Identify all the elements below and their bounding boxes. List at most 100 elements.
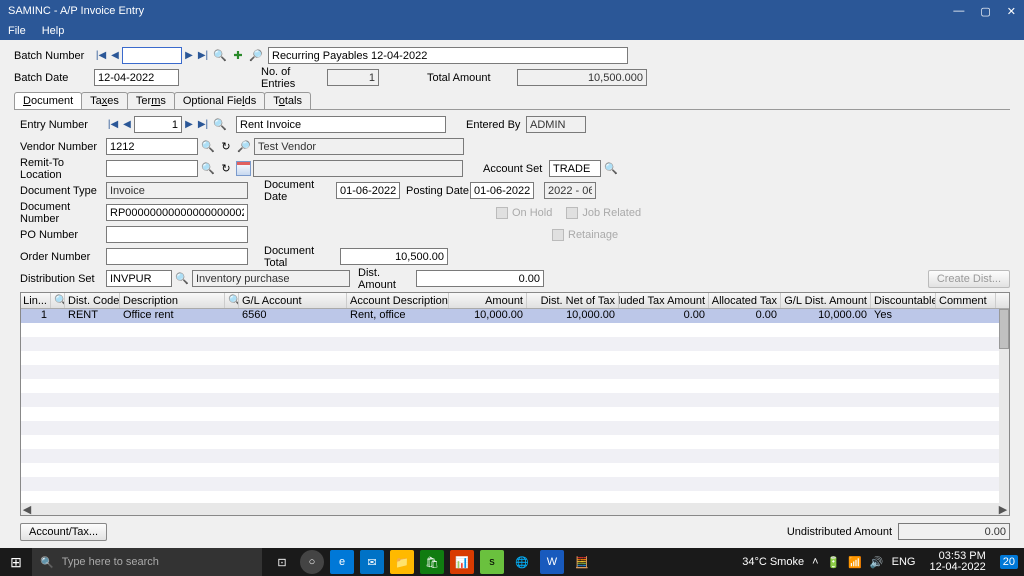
edge-icon[interactable]: e (330, 550, 354, 574)
word-icon[interactable]: W (540, 550, 564, 574)
calculator-icon[interactable]: 🧮 (570, 550, 594, 574)
batch-date-input[interactable] (94, 69, 179, 86)
account-set-finder-icon[interactable]: 🔍 (603, 161, 619, 177)
taskbar-clock[interactable]: 03:53 PM 12-04-2022 (923, 551, 991, 573)
on-hold-label: On Hold (512, 207, 552, 219)
sage-icon[interactable]: s (480, 550, 504, 574)
col-gl-account[interactable]: G/L Account (239, 293, 347, 308)
volume-icon[interactable]: 🔊 (870, 556, 884, 569)
retainage-checkbox (552, 229, 564, 241)
entry-finder-icon[interactable]: 🔍 (212, 117, 228, 133)
remit-name-field (253, 160, 463, 177)
tab-terms[interactable]: Terms (127, 92, 175, 109)
batch-new-icon[interactable]: ✚ (230, 48, 246, 64)
next-entry-icon[interactable]: ▶ (182, 117, 196, 132)
batch-finder-icon[interactable]: 🔍 (212, 48, 228, 64)
tab-optional-fields[interactable]: Optional Fields (174, 92, 265, 109)
last-batch-icon[interactable]: ▶| (196, 48, 210, 63)
col-comment[interactable]: Comment (936, 293, 996, 308)
doc-total-input[interactable] (340, 248, 448, 265)
col-line[interactable]: Lin... (21, 293, 51, 308)
search-icon: 🔍 (40, 556, 54, 569)
tab-document[interactable]: Document (14, 92, 82, 109)
col-account-desc[interactable]: Account Description (347, 293, 449, 308)
notification-badge[interactable]: 20 (1000, 555, 1018, 569)
remit-refresh-icon[interactable]: ↻ (218, 161, 234, 177)
vendor-zoom-icon[interactable]: 🔎 (236, 139, 252, 155)
remit-finder-icon[interactable]: 🔍 (200, 161, 216, 177)
doc-date-input[interactable] (336, 182, 400, 199)
col-finder1[interactable]: 🔍 (51, 293, 65, 308)
job-related-checkbox (566, 207, 578, 219)
remit-to-label: Remit-To Location (20, 157, 106, 181)
col-gl-dist[interactable]: G/L Dist. Amount (781, 293, 871, 308)
explorer-icon[interactable]: 📁 (390, 550, 414, 574)
entries-field (327, 69, 379, 86)
dist-amount-input[interactable] (416, 270, 544, 287)
close-window-button[interactable]: ✕ (1007, 5, 1016, 18)
grid-vscroll[interactable] (999, 309, 1009, 503)
vendor-finder-icon[interactable]: 🔍 (200, 139, 216, 155)
prev-entry-icon[interactable]: ◀ (120, 117, 134, 132)
dist-set-input[interactable] (106, 270, 172, 287)
next-batch-icon[interactable]: ▶ (182, 48, 196, 63)
col-finder2[interactable]: 🔍 (225, 293, 239, 308)
doc-date-label: Document Date (264, 179, 336, 203)
taskbar-search[interactable]: 🔍 Type here to search (32, 548, 262, 576)
batch-desc-input[interactable] (268, 47, 628, 64)
task-view-icon[interactable]: ⊡ (270, 550, 294, 574)
col-discountable[interactable]: Discountable (871, 293, 936, 308)
order-number-input[interactable] (106, 248, 248, 265)
remit-cal-icon[interactable] (236, 161, 251, 176)
grid-hscroll[interactable]: ◀▶ (21, 503, 1009, 515)
outlook-icon[interactable]: ✉ (360, 550, 384, 574)
wifi-icon[interactable]: 📶 (848, 556, 862, 569)
office-icon[interactable]: 📊 (450, 550, 474, 574)
col-net[interactable]: Dist. Net of Tax (527, 293, 619, 308)
start-button[interactable]: ⊞ (0, 554, 32, 571)
lang-indicator[interactable]: ENG (892, 556, 916, 568)
col-amount[interactable]: Amount (449, 293, 527, 308)
batch-zoom-icon[interactable]: 🔎 (248, 48, 264, 64)
total-amount-label: Total Amount (427, 72, 497, 84)
col-allocated-tax[interactable]: Allocated Tax (709, 293, 781, 308)
first-entry-icon[interactable]: |◀ (106, 117, 120, 132)
batch-number-input[interactable] (122, 47, 182, 64)
last-entry-icon[interactable]: ▶| (196, 117, 210, 132)
maximize-button[interactable]: ▢ (980, 5, 990, 18)
remit-to-input[interactable] (106, 160, 198, 177)
account-tax-button[interactable]: Account/Tax... (20, 523, 107, 541)
doc-number-input[interactable] (106, 204, 248, 221)
battery-icon[interactable]: 🔋 (827, 556, 841, 569)
col-included-tax[interactable]: Included Tax Amount (619, 293, 709, 308)
tray-chevron-icon[interactable]: ˄ (812, 556, 818, 568)
distribution-grid[interactable]: Lin... 🔍 Dist. Code Description 🔍 G/L Ac… (20, 292, 1010, 516)
first-batch-icon[interactable]: |◀ (94, 48, 108, 63)
account-set-input[interactable] (549, 160, 601, 177)
table-row[interactable]: 1 RENT Office rent 6560 Rent, office 10,… (21, 309, 999, 323)
cortana-icon[interactable]: ○ (300, 550, 324, 574)
vendor-refresh-icon[interactable]: ↻ (218, 139, 234, 155)
dist-set-desc-field (192, 270, 350, 287)
dist-set-finder-icon[interactable]: 🔍 (174, 271, 190, 287)
posting-date-input[interactable] (470, 182, 534, 199)
undist-label: Undistributed Amount (782, 526, 892, 538)
chrome-icon[interactable]: 🌐 (510, 550, 534, 574)
weather-widget[interactable]: 34°C Smoke (742, 556, 804, 568)
menu-file[interactable]: File (8, 25, 26, 37)
entry-desc-input[interactable] (236, 116, 446, 133)
prev-batch-icon[interactable]: ◀ (108, 48, 122, 63)
tab-totals[interactable]: Totals (264, 92, 311, 109)
entry-number-input[interactable] (134, 116, 182, 133)
store-icon[interactable]: 🛍 (420, 550, 444, 574)
doc-type-field[interactable] (106, 182, 248, 199)
vendor-name-field (254, 138, 464, 155)
menu-help[interactable]: Help (42, 25, 65, 37)
vendor-number-input[interactable] (106, 138, 198, 155)
col-description[interactable]: Description (120, 293, 225, 308)
tab-taxes[interactable]: Taxes (81, 92, 128, 109)
col-dist-code[interactable]: Dist. Code (65, 293, 120, 308)
po-number-input[interactable] (106, 226, 248, 243)
entered-by-label: Entered By (466, 119, 526, 131)
minimize-button[interactable]: — (953, 5, 964, 18)
